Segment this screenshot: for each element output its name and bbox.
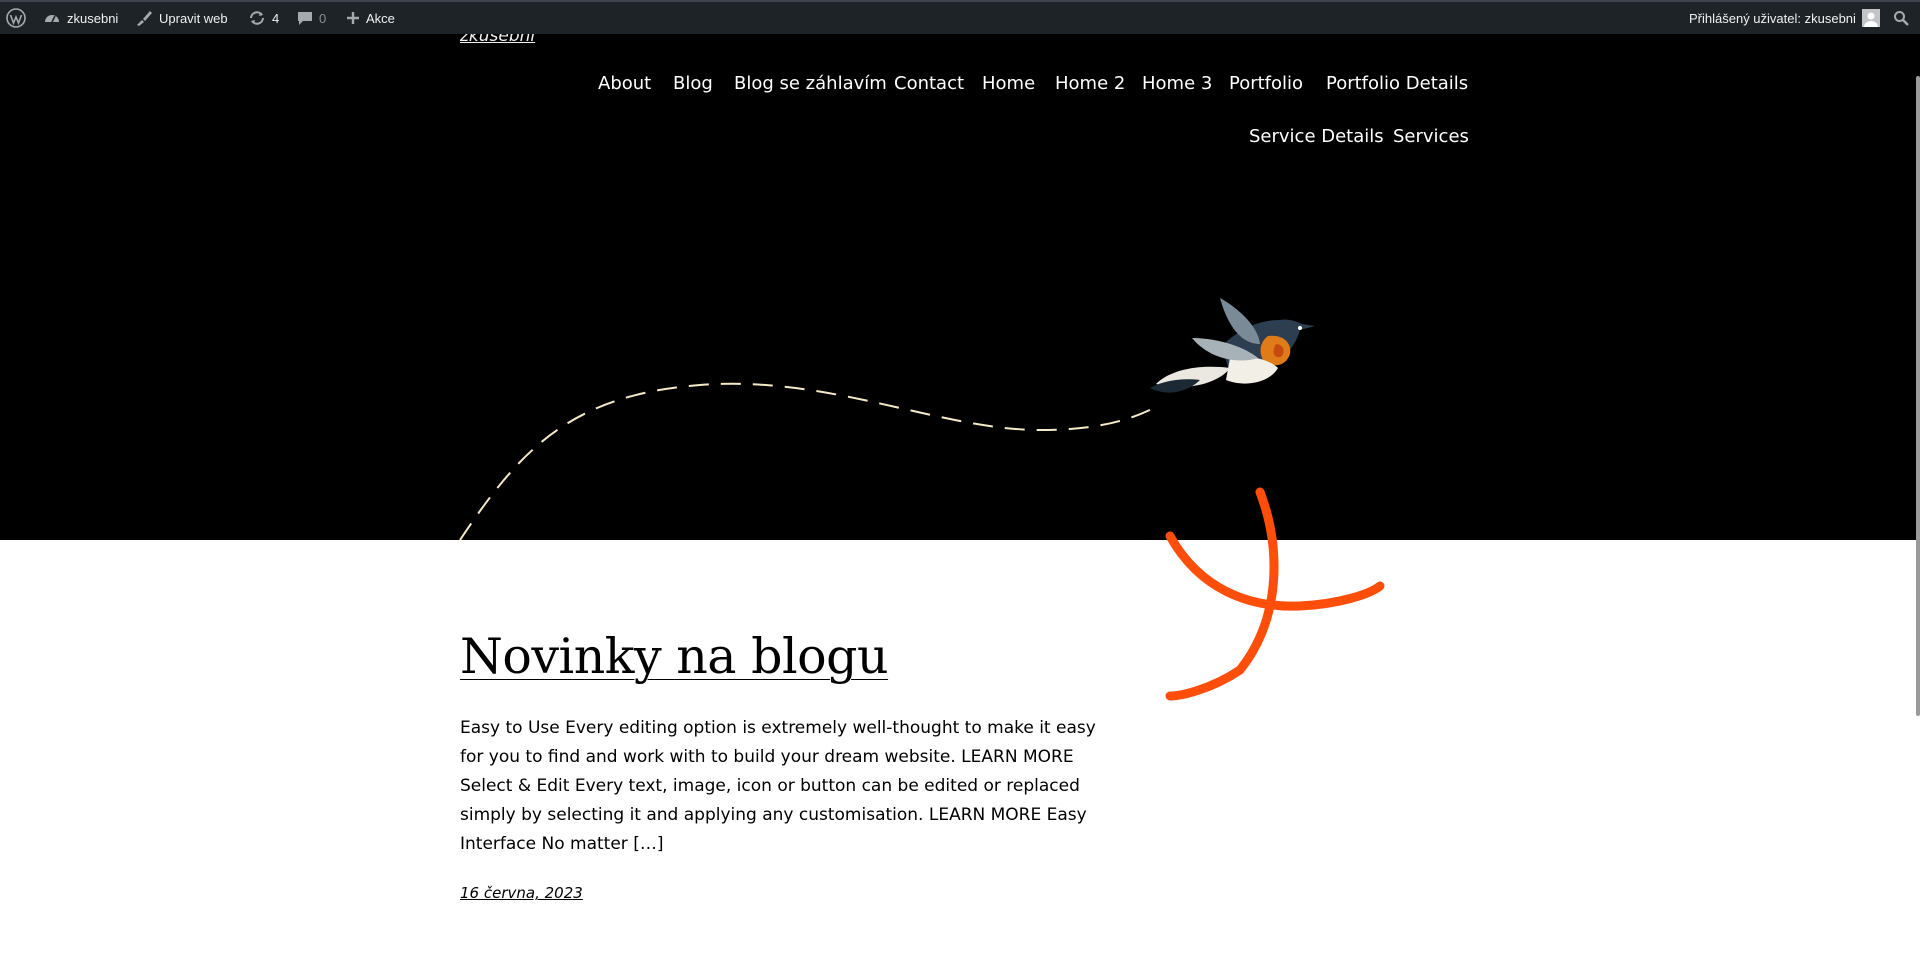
nav-item-about[interactable]: About: [598, 73, 651, 94]
nav-item-blog-se-zahlavim[interactable]: Blog se záhlavím: [734, 73, 887, 94]
avatar-icon: [1861, 9, 1880, 27]
post-date-link[interactable]: 16 června, 2023: [460, 884, 583, 902]
site-name-label: zkusebni: [67, 10, 119, 26]
new-content-label: Akce: [366, 10, 395, 26]
post-title-link[interactable]: Novinky na blogu: [460, 628, 889, 685]
user-greeting: Přihlášený uživatel: zkusebni: [1689, 10, 1856, 26]
plus-icon: [346, 11, 360, 25]
nav-item-home-3[interactable]: Home 3: [1142, 73, 1212, 94]
dashboard-icon: [43, 9, 61, 27]
wordpress-icon: [6, 8, 26, 28]
site-header: zkusebni About Blog Blog se záhlavím Con…: [0, 34, 1920, 540]
post-excerpt: Easy to Use Every editing option is extr…: [460, 718, 1096, 854]
brush-icon: [135, 9, 153, 27]
comment-icon: [297, 10, 313, 26]
nav-item-home-2[interactable]: Home 2: [1055, 73, 1125, 94]
admin-bar: zkusebni Upravit web 4 0 Akce Přihlášený…: [0, 0, 1920, 34]
nav-item-portfolio[interactable]: Portfolio: [1229, 73, 1303, 94]
nav-item-portfolio-details[interactable]: Portfolio Details: [1326, 73, 1468, 94]
nav-item-home[interactable]: Home: [982, 73, 1035, 94]
nav-item-blog[interactable]: Blog: [673, 73, 713, 94]
wordpress-menu[interactable]: [6, 2, 26, 34]
updates-button[interactable]: 4: [248, 2, 279, 34]
search-icon: [1893, 10, 1909, 26]
edit-site-button[interactable]: Upravit web: [135, 2, 228, 34]
nav-item-contact[interactable]: Contact: [894, 73, 964, 94]
search-button[interactable]: [1893, 2, 1909, 34]
comments-count: 0: [319, 10, 327, 26]
comments-button[interactable]: 0: [297, 2, 326, 34]
updates-icon: [248, 9, 266, 27]
site-title-link[interactable]: zkusebni: [460, 34, 535, 46]
new-content-button[interactable]: Akce: [346, 2, 395, 34]
site-name-menu[interactable]: zkusebni: [43, 2, 118, 34]
nav-item-services[interactable]: Services: [1393, 126, 1469, 147]
scrollbar-thumb[interactable]: [1916, 76, 1920, 716]
updates-count: 4: [272, 10, 280, 26]
my-account-menu[interactable]: Přihlášený uživatel: zkusebni: [1689, 2, 1880, 34]
nav-item-service-details[interactable]: Service Details: [1249, 126, 1384, 147]
edit-site-label: Upravit web: [159, 10, 228, 26]
